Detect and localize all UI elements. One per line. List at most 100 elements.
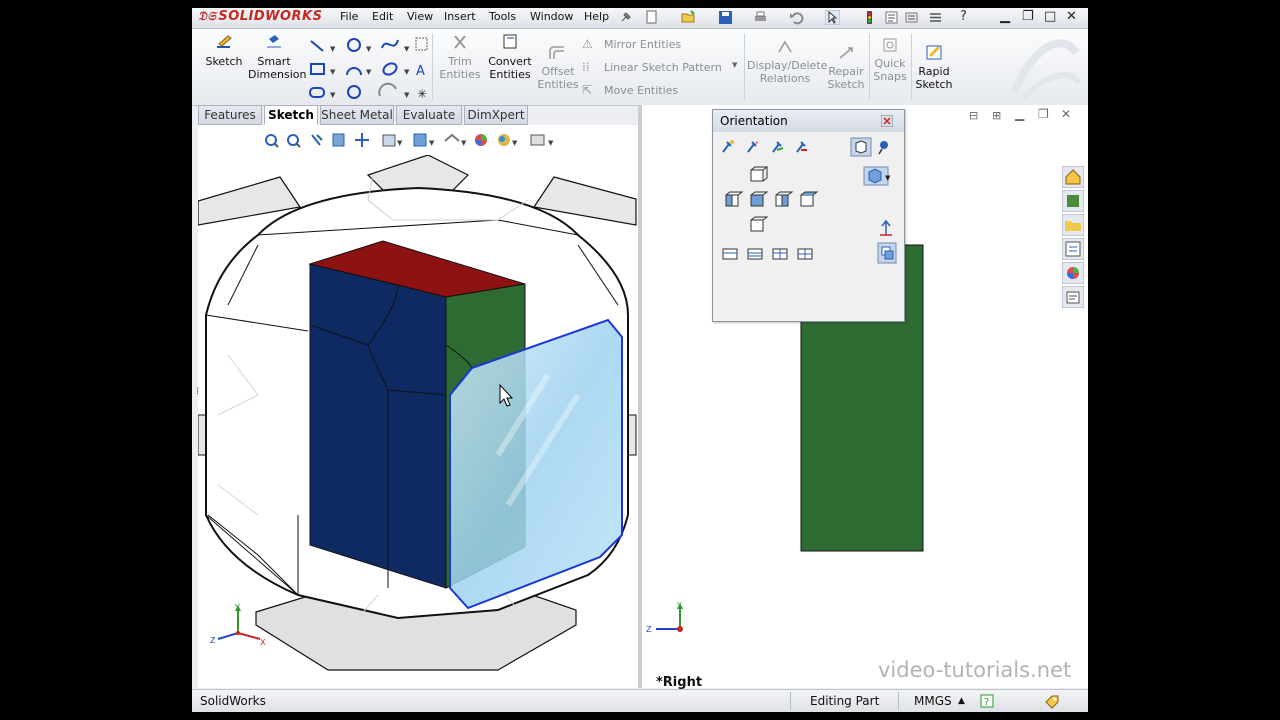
list-options-icon[interactable] [928,10,943,25]
display-delete-relations-button[interactable]: Display/Delete Relations [747,39,827,85]
menu-edit[interactable]: Edit [372,10,393,23]
restore-icon[interactable]: ❐ [1022,9,1034,24]
svg-text:▼: ▼ [404,91,410,99]
file-explorer-icon[interactable] [1061,213,1085,237]
options-icon[interactable] [904,10,919,25]
orientation-title: Orientation [720,114,788,128]
menu-help[interactable]: Help [584,10,609,23]
pin-icon[interactable] [618,10,633,25]
svg-text:▼: ▼ [512,139,518,147]
repair-icon [839,47,853,59]
link-views-icon[interactable]: ⊞ [992,109,1001,122]
close-icon[interactable] [881,115,893,127]
viewport-close-icon[interactable]: ✕ [1061,107,1071,121]
linear-pattern-icon: ⁞⁞ [582,60,590,74]
status-bar: SolidWorks Editing Part MMGS ▲ ? [192,689,1088,712]
tab-evaluate[interactable]: Evaluate [396,105,462,125]
tag-icon[interactable] [1044,694,1060,709]
svg-text:▼: ▼ [397,139,403,147]
ds-watermark-icon [1010,39,1081,101]
help-icon[interactable]: ? [980,694,994,708]
units-dropdown-icon[interactable]: ▲ [958,696,965,706]
offset-entities-button[interactable]: Offset Entities [536,45,580,91]
svg-text:▼: ▼ [366,45,372,53]
svg-text:A: A [416,64,425,79]
print-icon[interactable] [753,10,768,25]
convert-entities-icon [503,34,517,49]
trim-entities-button[interactable]: Trim Entities [438,33,482,81]
pin-dialog-tools[interactable] [850,137,896,157]
new-document-icon[interactable] [644,10,659,25]
solidworks-window: 𝔇𝔖 SOLIDWORKS File Edit View Insert Tools… [192,8,1088,712]
menu-tools[interactable]: Tools [489,10,516,23]
svg-text:▼: ▼ [404,45,410,53]
view-palette-icon[interactable] [1061,237,1085,261]
status-mode: Editing Part [810,694,880,708]
svg-text:▼: ▼ [548,139,554,147]
select-arrow-icon[interactable] [825,10,840,25]
custom-properties-icon[interactable] [1061,285,1085,309]
view-management-tools[interactable]: * [721,138,813,156]
quick-snaps-button[interactable]: Quick Snaps [872,37,908,83]
orientation-dialog[interactable]: Orientation * ▼ [712,109,905,322]
triad-z-label: Z [646,625,652,634]
svg-text:▼: ▼ [330,91,336,99]
standard-views-grid[interactable]: ▼ [721,165,897,269]
orientation-dialog-title-bar[interactable]: Orientation [713,110,904,132]
svg-text:▼: ▼ [330,45,336,53]
convert-entities-button[interactable]: Convert Entities [485,33,535,81]
left-viewport[interactable]: ▼ ▼ ▼ ▼ ▼ Y Z X [198,125,638,688]
sketch-entities-tools[interactable]: ▼ ▼ ▼ ▼ ▼ ▼ A ▼ ▼ ✳ [308,34,428,104]
move-entities-button[interactable]: ⇱ Move Entities [582,83,742,97]
rebuild-icon[interactable] [862,10,877,25]
smart-dimension-icon [267,35,281,48]
viewport-minimize-icon[interactable]: ▁ [1015,107,1024,121]
status-divider [790,692,791,710]
svg-text:▼: ▼ [330,68,336,76]
tab-sheet-metal[interactable]: Sheet Metal [320,105,394,125]
units-selector[interactable]: MMGS [914,694,952,708]
minimize-icon[interactable]: ▁ [1000,9,1010,24]
undo-icon[interactable] [789,10,804,25]
relations-icon [778,40,792,53]
rapid-sketch-button[interactable]: Rapid Sketch [914,43,954,91]
triad-z-label: Z [210,636,216,645]
menu-view[interactable]: View [407,10,433,23]
sketch-icon [217,35,232,48]
sketch-button[interactable]: Sketch [204,33,244,68]
appearances-icon[interactable] [1061,261,1085,285]
solidworks-logo[interactable]: 𝔇𝔖 SOLIDWORKS [198,9,323,24]
repair-sketch-button[interactable]: Repair Sketch [826,45,866,91]
status-app-name: SolidWorks [200,694,266,708]
tab-sketch[interactable]: Sketch [264,105,318,125]
design-library-icon[interactable] [1061,189,1085,213]
new-view-icon [722,140,734,153]
file-properties-icon[interactable] [884,10,899,25]
chevron-down-icon[interactable]: ▼ [732,61,737,69]
tab-features[interactable]: Features [198,105,262,125]
watermark: video-tutorials.net [878,658,1072,682]
maximize-icon[interactable]: □ [1044,9,1056,24]
svg-text:▼: ▼ [429,139,435,147]
menu-file[interactable]: File [340,10,358,23]
split-view-icon[interactable]: ⊟ [969,109,978,122]
svg-text:▼: ▼ [404,68,410,76]
mirror-entities-button[interactable]: ⚠ Mirror Entities [582,37,742,51]
heads-up-view-toolbar[interactable]: ▼ ▼ ▼ ▼ ▼ [262,131,572,151]
move-icon: ⇱ [582,83,593,97]
menu-window[interactable]: Window [530,10,573,23]
svg-text:✳: ✳ [417,87,427,101]
smart-dimension-button[interactable]: Smart Dimension [248,33,306,81]
panel-expand-handle-icon[interactable]: ⁞ [196,386,199,397]
viewport-restore-icon[interactable]: ❐ [1038,107,1049,121]
triad-y-label: Y [234,603,240,612]
home-icon[interactable] [1061,165,1085,189]
linear-sketch-pattern-button[interactable]: ⁞⁞ Linear Sketch Pattern ▼ [582,60,742,74]
open-folder-icon[interactable] [681,10,696,25]
close-icon[interactable]: ✕ [1066,9,1077,24]
tab-dimxpert[interactable]: DimXpert [464,105,528,125]
save-icon[interactable] [718,10,733,25]
menu-insert[interactable]: Insert [444,10,476,23]
help-icon[interactable]: ? [960,9,967,24]
title-bar: 𝔇𝔖 SOLIDWORKS File Edit View Insert Tools… [192,8,1088,29]
